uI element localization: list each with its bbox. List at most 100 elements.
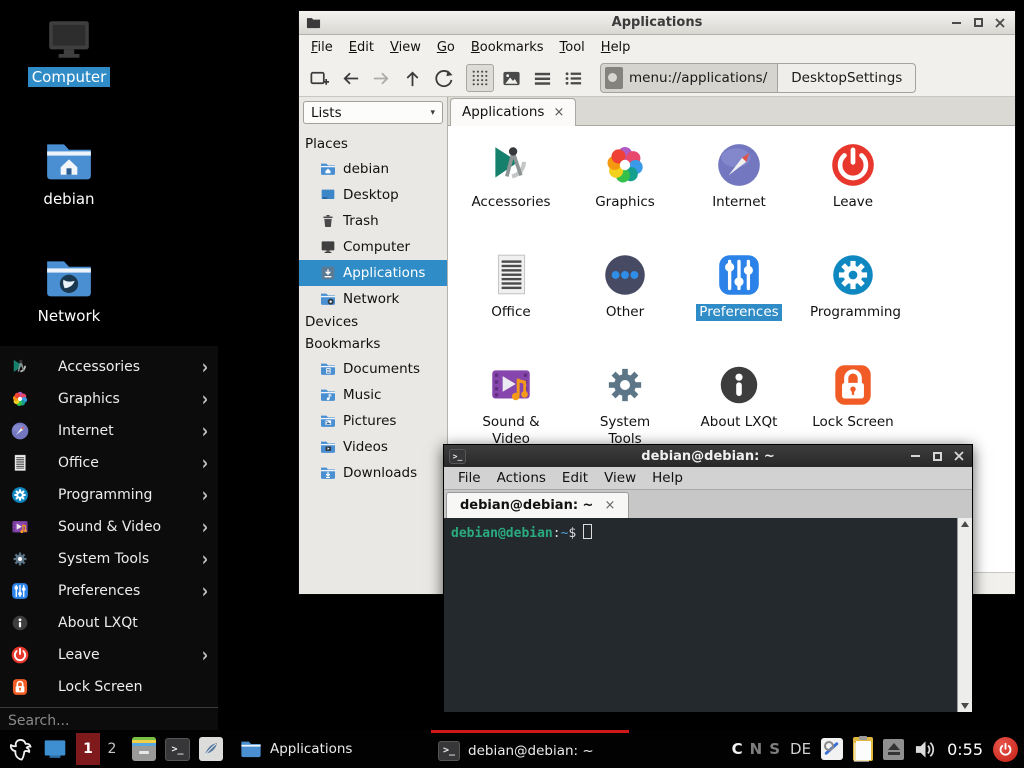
- sidebar-header-bookmarks: Bookmarks: [299, 334, 447, 356]
- sidebar-item-trash[interactable]: Trash: [299, 208, 447, 234]
- terminal-scrollbar[interactable]: [957, 518, 972, 712]
- desktop-icon-debian[interactable]: debian: [21, 136, 117, 209]
- app-item-programming[interactable]: Programming: [796, 245, 910, 355]
- file-manager-launcher-icon[interactable]: [132, 737, 156, 761]
- sidebar-mode-combobox[interactable]: Lists ▾: [303, 101, 443, 124]
- sidebar-item-videos[interactable]: Videos: [299, 434, 447, 460]
- close-button[interactable]: [951, 448, 967, 464]
- compact-view-icon: [533, 69, 552, 88]
- menu-help[interactable]: Help: [593, 37, 639, 58]
- menu-item-label: Programming: [58, 487, 152, 503]
- up-button[interactable]: [398, 64, 426, 92]
- menu-item-lock-screen[interactable]: Lock Screen: [0, 671, 218, 703]
- sidebar-item-computer[interactable]: Computer: [299, 234, 447, 260]
- menu-edit[interactable]: Edit: [341, 37, 382, 58]
- path-segment-desktopsettings[interactable]: DesktopSettings: [778, 63, 916, 93]
- menu-view[interactable]: View: [596, 468, 644, 488]
- minimize-button[interactable]: [907, 448, 923, 464]
- sidebar-item-music[interactable]: Music: [299, 382, 447, 408]
- menu-help[interactable]: Help: [644, 468, 691, 488]
- thumbnail-view-button[interactable]: [497, 64, 525, 92]
- menu-file[interactable]: File: [450, 468, 489, 488]
- terminal-tabbar: debian@debian: ~ ×: [444, 490, 972, 518]
- tab-applications[interactable]: Applications ×: [450, 98, 576, 126]
- menu-go[interactable]: Go: [429, 37, 463, 58]
- menu-item-leave[interactable]: Leave ›: [0, 639, 218, 671]
- tab-close-icon[interactable]: ×: [553, 105, 564, 120]
- sidebar-item-debian[interactable]: debian: [299, 156, 447, 182]
- menu-actions[interactable]: Actions: [489, 468, 554, 488]
- menu-item-internet[interactable]: Internet ›: [0, 415, 218, 447]
- app-item-accessories[interactable]: Accessories: [454, 135, 568, 245]
- app-item-other[interactable]: Other: [568, 245, 682, 355]
- menu-item-accessories[interactable]: Accessories ›: [0, 351, 218, 383]
- menu-file[interactable]: File: [303, 37, 341, 58]
- reload-button[interactable]: [429, 64, 457, 92]
- menu-item-sound-video[interactable]: Sound & Video ›: [0, 511, 218, 543]
- menu-item-office[interactable]: Office ›: [0, 447, 218, 479]
- path-text: DesktopSettings: [791, 70, 902, 86]
- menu-item-about-lxqt[interactable]: About LXQt: [0, 607, 218, 639]
- power-button[interactable]: [993, 737, 1018, 762]
- menu-item-programming[interactable]: Programming ›: [0, 479, 218, 511]
- terminal-tab[interactable]: debian@debian: ~ ×: [446, 492, 629, 518]
- sidebar-item-documents[interactable]: Documents: [299, 356, 447, 382]
- terminal-titlebar[interactable]: >_ debian@debian: ~: [444, 445, 972, 467]
- sidebar-item-pictures[interactable]: Pictures: [299, 408, 447, 434]
- sidebar-item-label: Computer: [343, 239, 410, 255]
- keyboard-indicator[interactable]: C N S: [732, 740, 780, 758]
- back-button[interactable]: [336, 64, 364, 92]
- desktop-icon-computer[interactable]: Computer: [21, 14, 117, 87]
- fm-titlebar[interactable]: Applications: [299, 11, 1015, 35]
- pager-desktop-2[interactable]: 2: [100, 735, 124, 763]
- keyboard-layout[interactable]: DE: [790, 740, 811, 758]
- clipboard-tray-icon[interactable]: [853, 737, 873, 761]
- maximize-button[interactable]: [929, 448, 945, 464]
- menu-bookmarks[interactable]: Bookmarks: [463, 37, 552, 58]
- start-menu-button[interactable]: [3, 730, 38, 768]
- forward-button[interactable]: [367, 64, 395, 92]
- terminal-cursor: [583, 524, 592, 539]
- task-button-applications[interactable]: Applications: [233, 730, 431, 768]
- icon-view-button[interactable]: [466, 64, 494, 92]
- sidebar-item-desktop[interactable]: Desktop: [299, 182, 447, 208]
- path-segment-current[interactable]: menu://applications/: [600, 63, 778, 93]
- desktop-icon-network[interactable]: Network: [21, 253, 117, 326]
- maximize-button[interactable]: [970, 15, 986, 31]
- terminal-launcher-icon[interactable]: >_: [165, 738, 190, 761]
- menu-item-graphics[interactable]: Graphics ›: [0, 383, 218, 415]
- sidebar-item-label: Trash: [343, 213, 379, 229]
- pager-desktop-1[interactable]: 1: [76, 733, 100, 765]
- minimize-button[interactable]: [948, 15, 964, 31]
- app-item-leave[interactable]: Leave: [796, 135, 910, 245]
- tab-close-icon[interactable]: ×: [604, 498, 615, 513]
- eject-tray-icon[interactable]: [883, 739, 904, 760]
- scroll-down-icon[interactable]: [961, 703, 969, 709]
- menu-item-preferences[interactable]: Preferences ›: [0, 575, 218, 607]
- terminal-screen[interactable]: debian@debian:~$: [444, 518, 972, 712]
- detailed-view-button[interactable]: [559, 64, 587, 92]
- scroll-up-icon[interactable]: [961, 521, 969, 527]
- sidebar-item-network[interactable]: Network: [299, 286, 447, 312]
- new-window-button[interactable]: [305, 64, 333, 92]
- screenshot-tray-icon[interactable]: [821, 738, 843, 760]
- menu-edit[interactable]: Edit: [554, 468, 596, 488]
- task-button-terminal[interactable]: >_ debian@debian: ~: [431, 730, 629, 768]
- menu-view[interactable]: View: [382, 37, 429, 58]
- show-desktop-button[interactable]: [38, 730, 72, 768]
- app-item-preferences[interactable]: Preferences: [682, 245, 796, 355]
- sidebar-item-applications[interactable]: Applications: [299, 260, 447, 286]
- office-icon: [10, 453, 30, 473]
- menu-item-system-tools[interactable]: System Tools ›: [0, 543, 218, 575]
- app-item-internet[interactable]: Internet: [682, 135, 796, 245]
- close-button[interactable]: [992, 15, 1008, 31]
- compact-view-button[interactable]: [528, 64, 556, 92]
- app-item-office[interactable]: Office: [454, 245, 568, 355]
- volume-icon[interactable]: [914, 738, 937, 761]
- text-editor-launcher-icon[interactable]: [199, 737, 223, 761]
- sidebar-item-downloads[interactable]: Downloads: [299, 460, 447, 486]
- app-item-graphics[interactable]: Graphics: [568, 135, 682, 245]
- menu-tool[interactable]: Tool: [552, 37, 593, 58]
- terminal-window: >_ debian@debian: ~ File Actions Edit Vi…: [443, 444, 973, 713]
- clock[interactable]: 0:55: [947, 740, 983, 759]
